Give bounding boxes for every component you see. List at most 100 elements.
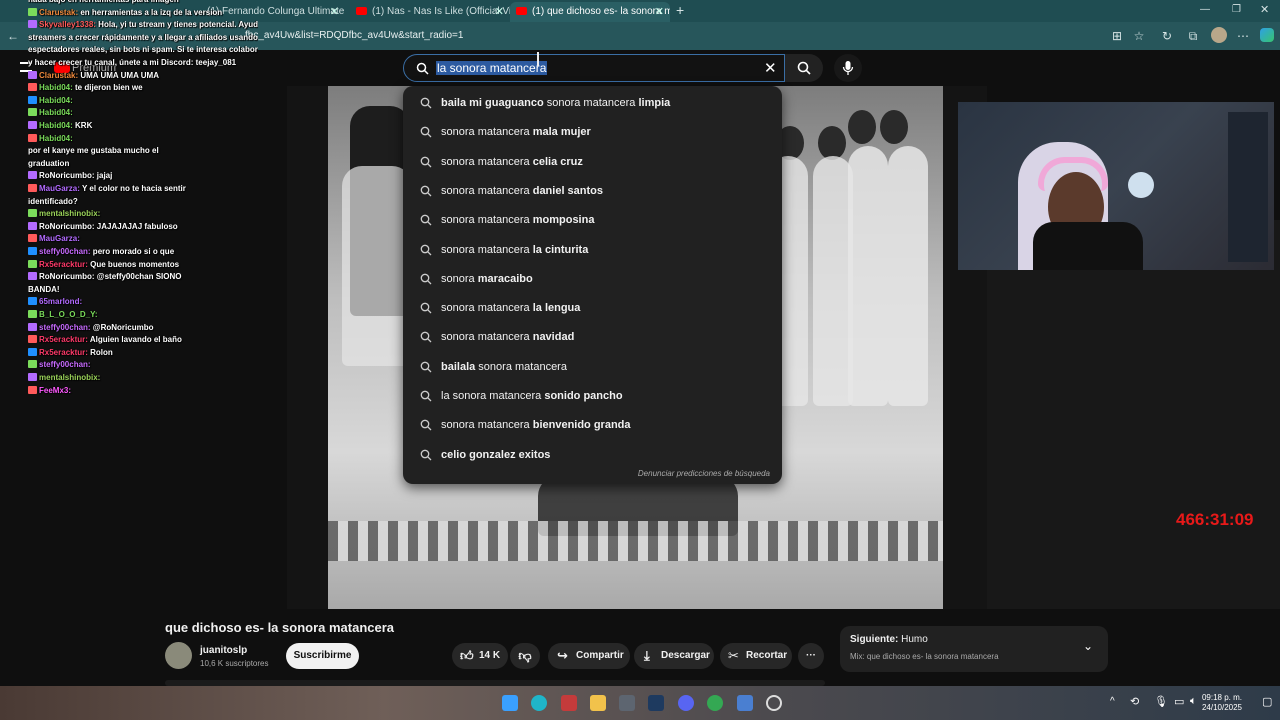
profile-avatar[interactable]	[1211, 27, 1227, 43]
chat-username[interactable]: Habid04:	[39, 108, 73, 117]
search-box[interactable]: la sonora matancera ✕	[403, 54, 785, 82]
tab-sonora[interactable]: (1) que dichoso es- la sonora mat ✕	[510, 2, 670, 22]
chat-username[interactable]: RoNoricumbo:	[39, 222, 95, 231]
search-suggestion[interactable]: la sonora matancera sonido pancho	[403, 382, 782, 411]
search-suggestion[interactable]: sonora matancera celia cruz	[403, 148, 782, 177]
steam-icon[interactable]	[648, 695, 664, 711]
chat-username[interactable]: mentalshinobix:	[39, 373, 100, 382]
search-suggestion[interactable]: sonora matancera daniel santos	[403, 177, 782, 206]
search-suggestion[interactable]: sonora matancera bienvenido granda	[403, 411, 782, 440]
file-explorer-icon[interactable]	[590, 695, 606, 711]
chat-username[interactable]: 65marlond:	[39, 297, 82, 306]
video-stage-pattern	[328, 521, 943, 561]
notifications-icon[interactable]: ▢	[1262, 695, 1272, 708]
chat-text: identificado?	[28, 196, 78, 206]
clip-button[interactable]: ✂ Recortar	[720, 643, 792, 669]
search-suggestion[interactable]: bailala sonora matancera	[403, 353, 782, 382]
network-icon[interactable]: ▭	[1174, 695, 1184, 708]
search-suggestion[interactable]: celio gonzalez exitos	[403, 441, 782, 470]
more-menu-icon[interactable]: ⋯	[1236, 29, 1250, 43]
video-figure	[342, 166, 412, 366]
chat-username[interactable]: steffy00chan:	[39, 247, 91, 256]
minimize-icon[interactable]: —	[1200, 4, 1210, 15]
chat-username[interactable]: steffy00chan:	[39, 360, 91, 369]
chat-username[interactable]: Habid04:	[39, 96, 73, 105]
search-suggestion[interactable]: sonora matancera la cinturita	[403, 236, 782, 265]
tab-nas[interactable]: (1) Nas - Nas Is Like (Official Vide ✕	[350, 2, 510, 22]
tab-label: (1) que dichoso es- la sonora mat	[532, 6, 670, 17]
subscribe-button[interactable]: Suscribirme	[286, 643, 359, 669]
report-predictions-link[interactable]: Denunciar predicciones de búsqueda	[638, 469, 770, 478]
close-tab-icon[interactable]: ✕	[495, 5, 504, 18]
chat-username[interactable]: Clarustak:	[39, 8, 78, 17]
discord-icon[interactable]	[678, 695, 694, 711]
app-icon[interactable]	[619, 695, 635, 711]
chat-badge-icon	[28, 373, 37, 381]
system-clock[interactable]: 09:18 p. m. 24/10/2025	[1202, 693, 1242, 713]
chat-message: y hacer crecer tu canal, únete a mi Disc…	[28, 57, 258, 68]
extensions-icon[interactable]: ⧉	[1186, 29, 1200, 43]
edge-icon[interactable]	[531, 695, 547, 711]
tray-chevron-up-icon[interactable]: ^	[1110, 696, 1115, 707]
chevron-down-icon[interactable]: ⌄	[1083, 639, 1093, 653]
url-field[interactable]: fbc_av4Uw&list=RDQDfbc_av4Uw&start_radio…	[245, 30, 463, 41]
search-suggestion[interactable]: sonora matancera momposina	[403, 206, 782, 235]
chat-username[interactable]: Rx5eracktur:	[39, 348, 88, 357]
search-suggestion[interactable]: sonora matancera mala mujer	[403, 118, 782, 147]
windows-start-icon[interactable]	[502, 695, 518, 711]
close-window-icon[interactable]: ✕	[1260, 3, 1269, 16]
chat-username[interactable]: Habid04:	[39, 121, 73, 130]
like-button[interactable]: 👍︎ 14 K	[452, 643, 508, 669]
copilot-icon[interactable]	[1260, 28, 1274, 42]
favorite-star-icon[interactable]: ☆	[1132, 29, 1146, 43]
news-app-icon[interactable]	[561, 695, 577, 711]
chat-username[interactable]: B_L_O_O_D_Y:	[39, 310, 98, 319]
more-actions-button[interactable]: ···	[798, 643, 824, 669]
new-tab-button[interactable]: +	[676, 2, 684, 18]
download-button[interactable]: ⤓ Descargar	[634, 643, 714, 669]
chat-username[interactable]: Habid04:	[39, 134, 73, 143]
notepad-icon[interactable]	[737, 695, 753, 711]
search-button[interactable]	[785, 54, 823, 82]
search-suggestion[interactable]: sonora maracaibo	[403, 265, 782, 294]
search-suggestion[interactable]: baila mi guaguanco sonora matancera limp…	[403, 89, 782, 118]
back-icon[interactable]: ←	[6, 29, 20, 43]
chat-username[interactable]: FeeMx3:	[39, 386, 71, 395]
chrome-icon[interactable]	[707, 695, 723, 711]
chat-username[interactable]: RoNoricumbo:	[39, 171, 95, 180]
suggestion-text: sonora maracaibo	[441, 272, 533, 285]
up-next-card[interactable]: Siguiente: Humo Mix: que dichoso es- la …	[840, 626, 1108, 672]
refresh-icon[interactable]: ↻	[1160, 29, 1174, 43]
chat-username[interactable]: mentalshinobix:	[39, 209, 100, 218]
chat-username[interactable]: RoNoricumbo:	[39, 272, 95, 281]
chat-username[interactable]: Skyvalley1338:	[39, 20, 96, 29]
channel-avatar[interactable]	[165, 642, 192, 669]
channel-name[interactable]: juanitoslp	[200, 645, 247, 656]
chat-message: FeeMx3:	[28, 385, 258, 396]
chat-message: Rx5eracktur: Alguien lavando el baño	[28, 334, 258, 345]
share-button[interactable]: ↪ Compartir	[548, 643, 630, 669]
search-suggestion[interactable]: sonora matancera la lengua	[403, 294, 782, 323]
close-tab-icon[interactable]: ✕	[655, 5, 664, 18]
dislike-button[interactable]: 👎︎	[510, 643, 540, 669]
clear-search-icon[interactable]: ✕	[764, 59, 777, 77]
volume-icon[interactable]: 🔈︎	[1190, 695, 1197, 708]
chat-username[interactable]: Rx5eracktur:	[39, 335, 88, 344]
maximize-icon[interactable]: ❐	[1232, 4, 1241, 15]
search-input[interactable]: la sonora matancera	[436, 61, 548, 75]
obs-icon[interactable]	[766, 695, 782, 711]
chat-username[interactable]: steffy00chan:	[39, 323, 91, 332]
chat-username[interactable]: Clarustak:	[39, 71, 78, 80]
stream-timer: 466:31:09	[1176, 510, 1254, 529]
chat-username[interactable]: Rx5eracktur:	[39, 260, 88, 269]
chat-username[interactable]: MauGarza:	[39, 234, 80, 243]
chat-username[interactable]: Habid04:	[39, 83, 73, 92]
microphone-tray-icon[interactable]: 🎙︎	[1154, 695, 1168, 708]
close-tab-icon[interactable]: ✕	[330, 5, 339, 18]
search-icon	[420, 419, 432, 431]
voice-search-button[interactable]	[834, 54, 862, 82]
apps-icon[interactable]: ⊞	[1110, 29, 1124, 43]
sync-icon[interactable]: ⟲	[1130, 695, 1139, 708]
chat-username[interactable]: MauGarza:	[39, 184, 80, 193]
search-suggestion[interactable]: sonora matancera navidad	[403, 323, 782, 352]
